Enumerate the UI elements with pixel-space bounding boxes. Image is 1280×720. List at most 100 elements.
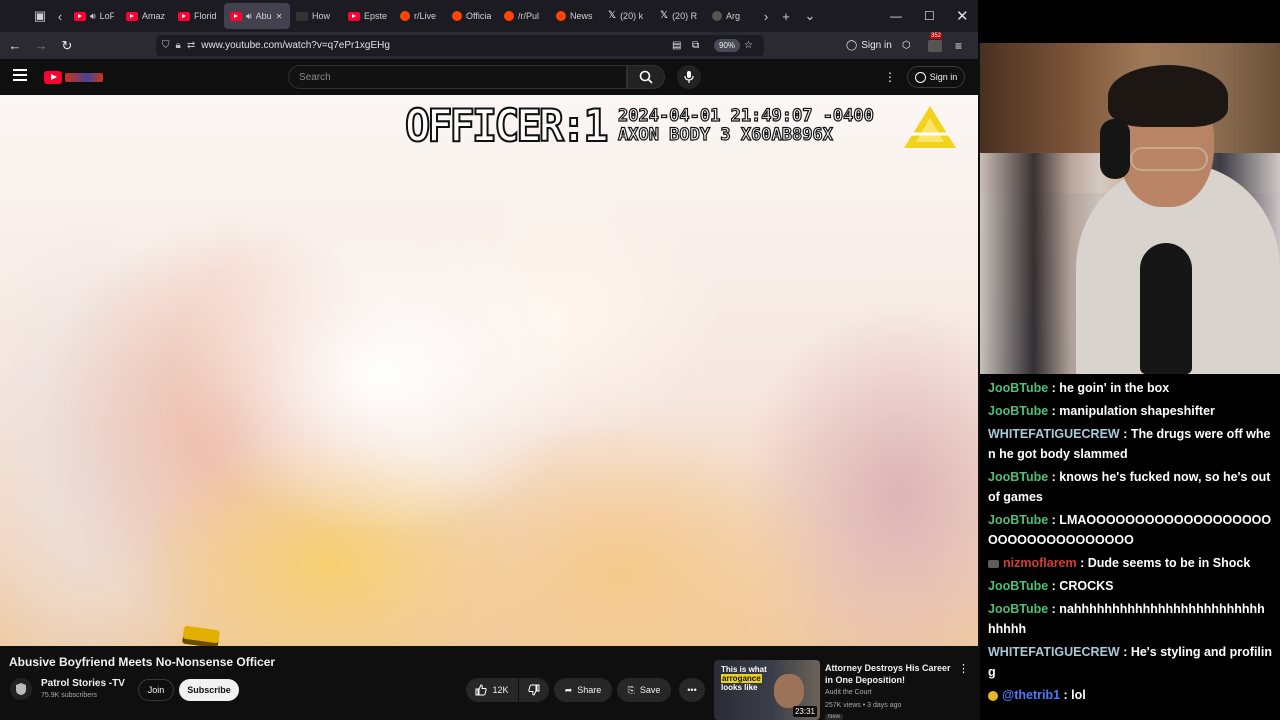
youtube-favicon-icon xyxy=(348,11,360,21)
x-logo-icon: 𝕏 xyxy=(660,10,669,21)
search-placeholder: Search xyxy=(299,71,331,83)
reload-icon[interactable]: ↻ xyxy=(54,33,80,59)
chat-message: WHITEFATIGUECREW : The drugs were off wh… xyxy=(988,424,1272,464)
tab-audio-icon[interactable]: 🔊︎ xyxy=(90,11,96,22)
bookmark-star-icon[interactable]: ☆ xyxy=(744,32,753,59)
channel-avatar[interactable] xyxy=(10,678,32,700)
browser-tab-label: Epste xyxy=(364,11,388,21)
close-tab-icon[interactable]: ✕ xyxy=(276,12,283,21)
browser-tab[interactable]: Officia xyxy=(446,3,498,29)
account-icon: ◯ xyxy=(846,40,858,51)
shield-icon[interactable]: ⛉ xyxy=(162,40,170,51)
browser-tab-label: News xyxy=(570,11,593,21)
recommended-thumbnail[interactable]: This is what arrogance looks like 23:31 xyxy=(714,660,820,720)
browser-tab[interactable]: r/Live xyxy=(394,3,446,29)
search-input[interactable]: Search xyxy=(288,65,627,89)
chat-text: : he goin' in the box xyxy=(1051,381,1170,395)
more-actions-button[interactable]: ••• xyxy=(679,678,705,702)
forward-icon[interactable]: → xyxy=(28,33,54,59)
video-player[interactable] xyxy=(0,95,978,646)
browser-tab[interactable]: 🔊︎LoFi In xyxy=(68,3,120,29)
chat-message: JooBTube : knows he's fucked now, so he'… xyxy=(988,467,1272,507)
settings-kebab-icon[interactable]: ⋮ xyxy=(884,70,896,84)
browser-account-signin[interactable]: ◯ Sign in xyxy=(846,32,892,59)
recommended-channel[interactable]: Audit the Court xyxy=(825,689,872,696)
share-label: Share xyxy=(577,685,602,695)
reader-view-icon[interactable]: ▤ xyxy=(672,32,681,59)
chat-username[interactable]: JooBTube xyxy=(988,404,1048,418)
tab-scroll-right-icon[interactable]: › xyxy=(758,4,774,28)
channel-name[interactable]: Patrol Stories -TV xyxy=(41,678,125,689)
youtube-logo[interactable] xyxy=(44,70,106,84)
browser-tab[interactable]: Amaz xyxy=(120,3,172,29)
zoom-level[interactable]: 90% xyxy=(714,39,741,52)
user-badge-icon xyxy=(988,559,999,568)
extension-badge-count: 352 xyxy=(930,32,943,39)
lock-icon[interactable]: 🔒︎ xyxy=(176,40,181,51)
recommended-meta: 257K views • 3 days ago xyxy=(825,702,902,709)
youtube-favicon-icon xyxy=(126,11,138,21)
chat-text: : manipulation shapeshifter xyxy=(1051,404,1215,418)
chat-username[interactable]: JooBTube xyxy=(988,579,1048,593)
back-icon[interactable]: ← xyxy=(2,33,28,59)
voice-search-button[interactable] xyxy=(677,65,701,89)
chat-username[interactable]: WHITEFATIGUECREW xyxy=(988,645,1120,659)
browser-tab[interactable]: /r/Pul xyxy=(498,3,550,29)
new-tab-icon[interactable]: + xyxy=(774,4,798,28)
headset-icon xyxy=(1100,119,1130,179)
tab-scroll-left-icon[interactable]: ‹ xyxy=(52,4,68,28)
browser-tab[interactable]: 🔊︎ Abu ✕ xyxy=(224,3,290,29)
chat-text: : CROCKS xyxy=(1051,579,1114,593)
browser-tab[interactable]: Florid xyxy=(172,3,224,29)
save-button[interactable]: ⎘ Save xyxy=(617,678,671,702)
browser-tab[interactable]: 𝕏 (20) k xyxy=(602,3,654,29)
url-text[interactable]: www.youtube.com/watch?v=q7ePr1xgEHg xyxy=(201,40,390,51)
like-button[interactable]: 12K xyxy=(466,678,518,702)
tab-overview-icon[interactable]: ▣ xyxy=(28,4,52,28)
browser-tab[interactable]: How xyxy=(290,3,342,29)
youtube-favicon-icon xyxy=(178,11,190,21)
tab-strip: 🔊︎LoFi InAmazFlorid🔊︎Abu✕How Epste r/LiveO… xyxy=(68,0,758,32)
browser-tab[interactable]: News xyxy=(550,3,602,29)
thumbs-down-icon xyxy=(528,684,540,696)
share-button[interactable]: ➦ Share xyxy=(554,678,612,702)
recommended-kebab-icon[interactable]: ⋮ xyxy=(958,662,969,675)
chat-username[interactable]: JooBTube xyxy=(988,513,1048,527)
maximize-icon[interactable]: ☐ xyxy=(924,0,935,32)
subscriber-badge-icon xyxy=(988,690,998,701)
permissions-icon[interactable]: ⇄ xyxy=(187,40,195,51)
subscribe-button[interactable]: Subscribe xyxy=(179,679,239,701)
chat-username[interactable]: WHITEFATIGUECREW xyxy=(988,427,1120,441)
chat-username[interactable]: JooBTube xyxy=(988,470,1048,484)
dislike-button[interactable] xyxy=(519,678,549,702)
chat-username[interactable]: JooBTube xyxy=(988,602,1048,616)
close-window-icon[interactable]: ✕ xyxy=(956,0,969,32)
youtube-favicon-icon xyxy=(74,11,86,21)
tab-list-chevron-down-icon[interactable]: ⌄ xyxy=(798,4,822,28)
browser-tab[interactable]: Arg xyxy=(706,3,758,29)
chat-message: JooBTube : CROCKS xyxy=(988,576,1272,596)
extensions-icon[interactable]: ⬡ xyxy=(902,32,911,59)
pip-icon[interactable]: ⧉ xyxy=(692,32,699,59)
extension-badge-icon[interactable]: 352 xyxy=(928,32,943,59)
chat-username[interactable]: @thetrib1 xyxy=(1002,688,1060,702)
stream-chat: JooBTube : he goin' in the box JooBTube :… xyxy=(980,374,1280,720)
search-button[interactable] xyxy=(627,65,665,89)
chat-username[interactable]: JooBTube xyxy=(988,381,1048,395)
chat-text: : lol xyxy=(1063,688,1086,702)
menu-hamburger-icon[interactable] xyxy=(13,69,27,81)
browser-tab[interactable]: 𝕏 (20) R xyxy=(654,3,706,29)
bodycam-timestamp-line: 2024-04-01 21:49:07 -0400 xyxy=(617,106,874,126)
app-menu-icon[interactable]: ≡ xyxy=(955,32,962,59)
recommended-title[interactable]: Attorney Destroys His Career in One Depo… xyxy=(825,662,955,686)
chat-message: JooBTube : LMAOOOOOOOOOOOOOOOOOOOOOOOOOO… xyxy=(988,510,1272,550)
user-icon xyxy=(914,71,926,83)
youtube-signin-button[interactable]: Sign in xyxy=(907,66,965,88)
join-button[interactable]: Join xyxy=(138,679,174,701)
streamer-glasses xyxy=(1130,147,1208,171)
chat-message: nizmoflarem : Dude seems to be in Shock xyxy=(988,553,1272,573)
chat-username[interactable]: nizmoflarem xyxy=(1003,556,1077,570)
browser-tab[interactable]: Epste xyxy=(342,3,394,29)
minimize-icon[interactable]: — xyxy=(890,0,902,32)
tab-audio-icon[interactable]: 🔊︎ xyxy=(246,11,252,22)
